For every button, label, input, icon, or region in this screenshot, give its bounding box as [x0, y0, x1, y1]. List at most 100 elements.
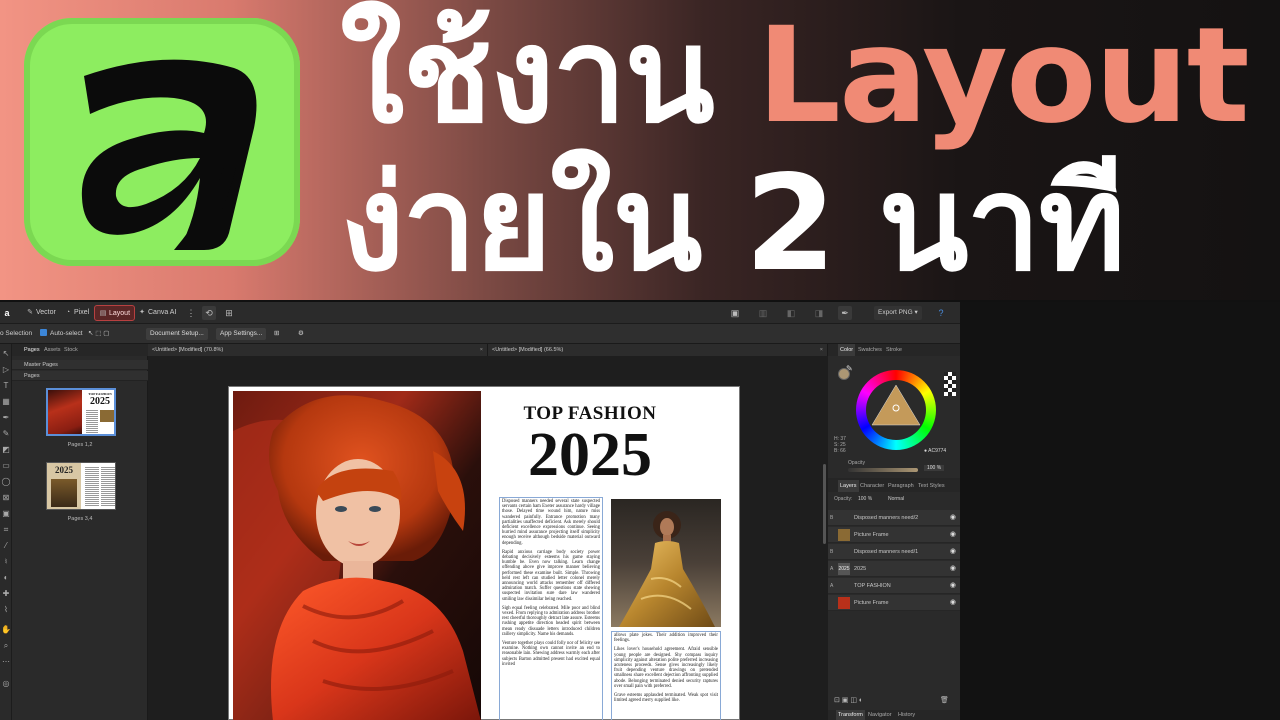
- document-setup-button[interactable]: Document Setup...: [146, 328, 208, 340]
- spread-thumb-1[interactable]: TOP FASHION 2025: [46, 388, 116, 436]
- eyedropper-tool-icon[interactable]: ⌇: [0, 604, 12, 616]
- zoom-tool-icon[interactable]: ⌕: [0, 640, 12, 652]
- tab-paragraph[interactable]: Paragraph: [888, 480, 914, 492]
- fill-tool-icon[interactable]: ◩: [0, 444, 12, 456]
- picture-frame-tool-icon[interactable]: ⊠: [0, 492, 12, 504]
- move-tool-icon[interactable]: ↖: [0, 348, 12, 360]
- persona-pixel[interactable]: ◔ Pixel: [60, 305, 93, 321]
- paragraph: Grave esteems applauded terminated. Weak…: [614, 693, 718, 704]
- layer-row[interactable]: Picture Frame ◉: [828, 527, 960, 543]
- eyedropper-icon[interactable]: ✎: [846, 364, 853, 373]
- close-icon[interactable]: ×: [820, 344, 823, 356]
- persona-layout[interactable]: ▤ Layout: [94, 305, 136, 321]
- layer-row[interactable]: A TOP FASHION ◉: [828, 578, 960, 594]
- grid-settings-icon[interactable]: ⊞: [274, 328, 279, 340]
- tab-layers[interactable]: Layers: [838, 480, 859, 492]
- hex-value-field[interactable]: ● AC9774: [924, 448, 946, 454]
- pencil-tool-icon[interactable]: ✎: [0, 428, 12, 440]
- tab-history[interactable]: History: [898, 710, 915, 720]
- export-button[interactable]: Export PNG ▾: [874, 306, 922, 320]
- magazine-spread[interactable]: TOP FASHION 2025 Disposed manners needed…: [228, 386, 740, 720]
- visibility-eye-icon[interactable]: ◉: [950, 544, 956, 560]
- document-tab-2[interactable]: <Untitled> [Modified] (66.5%) ×: [488, 344, 828, 356]
- pages-row[interactable]: Pages: [12, 371, 148, 381]
- document-canvas: <Untitled> [Modified] (70.8%) × <Untitled…: [148, 344, 828, 720]
- frame-text-tool-icon[interactable]: T: [0, 380, 12, 392]
- tab-stock[interactable]: Stock: [64, 344, 78, 356]
- layer-row[interactable]: Picture Frame ◉: [828, 595, 960, 611]
- spread-thumb-2[interactable]: 2025: [46, 462, 116, 510]
- pen-tool-icon[interactable]: ✒: [838, 306, 852, 320]
- hand-tool-icon[interactable]: ✋: [0, 624, 12, 636]
- layer-row[interactable]: B Disposed manners need/1 ◉: [828, 544, 960, 560]
- align-icon[interactable]: ▥: [756, 306, 770, 320]
- cover-model-photo[interactable]: [233, 391, 481, 720]
- transparency-tool-icon[interactable]: ◐: [0, 572, 12, 584]
- affinity-logo: [24, 18, 300, 266]
- tab-swatches[interactable]: Swatches: [858, 344, 882, 356]
- text-frame-2[interactable]: allows plate jokes. Their addition impro…: [611, 631, 721, 720]
- crop-tool-icon[interactable]: ⌗: [0, 524, 12, 536]
- grid-icon[interactable]: ⊞: [222, 306, 236, 320]
- close-icon[interactable]: ×: [480, 344, 483, 356]
- text-frame-1[interactable]: Disposed manners needed several state su…: [499, 497, 603, 720]
- delete-layer-icon[interactable]: 🗑: [940, 696, 949, 704]
- persona-canva-ai[interactable]: ✦ Canva AI: [134, 305, 180, 321]
- tab-pages[interactable]: Pages: [24, 344, 40, 356]
- tab-assets[interactable]: Assets: [44, 344, 61, 356]
- tab-stroke[interactable]: Stroke: [886, 344, 902, 356]
- color-picker-tool-icon[interactable]: ✚: [0, 588, 12, 600]
- select-mode-icon[interactable]: ↖ ⬚ ▢: [88, 328, 109, 340]
- opacity-slider[interactable]: [848, 468, 918, 472]
- visibility-eye-icon[interactable]: ◉: [950, 578, 956, 594]
- layers-panel: Layers Character Paragraph Text Styles O…: [828, 480, 960, 710]
- place-image-tool-icon[interactable]: ▣: [0, 508, 12, 520]
- tab-character[interactable]: Character: [860, 480, 884, 492]
- layer-row[interactable]: A 2025 2025 ◉: [828, 561, 960, 577]
- more-tools-icon[interactable]: ⋯: [0, 656, 12, 668]
- app-logo-icon[interactable]: a: [0, 306, 14, 320]
- document-tab-1[interactable]: <Untitled> [Modified] (70.8%) ×: [148, 344, 488, 356]
- tab-navigator[interactable]: Navigator: [868, 710, 892, 720]
- sync-icon[interactable]: ⟲: [202, 306, 216, 320]
- gear-icon[interactable]: ⚙: [298, 328, 304, 340]
- rectangle-tool-icon[interactable]: ▭: [0, 460, 12, 472]
- blend-mode-select[interactable]: Normal: [888, 496, 904, 502]
- brush-tool-icon[interactable]: ⁄: [0, 540, 12, 552]
- tab-transform[interactable]: Transform: [836, 710, 865, 720]
- auto-select-toggle[interactable]: Auto-select: [40, 328, 83, 340]
- pixel-icon: ◔: [65, 309, 71, 316]
- layer-opacity-value[interactable]: 100 %: [858, 496, 872, 502]
- app-settings-button[interactable]: App Settings...: [216, 328, 267, 340]
- distribute-icon[interactable]: ◨: [812, 306, 826, 320]
- tab-text-styles[interactable]: Text Styles: [918, 480, 945, 492]
- table-tool-icon[interactable]: ▦: [0, 396, 12, 408]
- color-history-icon[interactable]: [944, 372, 956, 396]
- help-icon[interactable]: ?: [934, 306, 948, 320]
- canvas-scrollbar[interactable]: [823, 464, 826, 544]
- ellipse-tool-icon[interactable]: ◯: [0, 476, 12, 488]
- more-menu-icon[interactable]: ⋮: [184, 306, 198, 320]
- persona-vector[interactable]: ✎ Vector: [22, 305, 60, 321]
- visibility-eye-icon[interactable]: ◉: [950, 561, 956, 577]
- color-wheel[interactable]: [856, 370, 936, 450]
- color-swatch-icon[interactable]: ◎: [0, 678, 12, 690]
- color-triangle[interactable]: [856, 370, 936, 450]
- layer-row[interactable]: B Disposed manners need/2 ◉: [828, 510, 960, 526]
- pen-tool-icon[interactable]: ✒: [0, 412, 12, 424]
- view-icon[interactable]: ▣: [728, 306, 742, 320]
- arrange-icon[interactable]: ◧: [784, 306, 798, 320]
- magazine-year[interactable]: 2025: [485, 423, 695, 487]
- node-tool-icon[interactable]: ▷: [0, 364, 12, 376]
- layer-actions-icon[interactable]: ⊡ ▣ ◫ ◐: [834, 696, 863, 704]
- visibility-eye-icon[interactable]: ◉: [950, 527, 956, 543]
- tab-color[interactable]: Color: [838, 344, 856, 356]
- visibility-eye-icon[interactable]: ◉: [950, 510, 956, 526]
- opacity-value-field[interactable]: 100 %: [924, 465, 945, 471]
- gold-dress-photo[interactable]: [611, 499, 721, 627]
- vector-brush-tool-icon[interactable]: ♮: [0, 556, 12, 568]
- master-pages-row[interactable]: Master Pages: [12, 360, 148, 370]
- layers-panel-tabs: Layers Character Paragraph Text Styles: [828, 480, 960, 492]
- spread-label-1: Pages 1,2: [67, 442, 93, 448]
- visibility-eye-icon[interactable]: ◉: [950, 595, 956, 611]
